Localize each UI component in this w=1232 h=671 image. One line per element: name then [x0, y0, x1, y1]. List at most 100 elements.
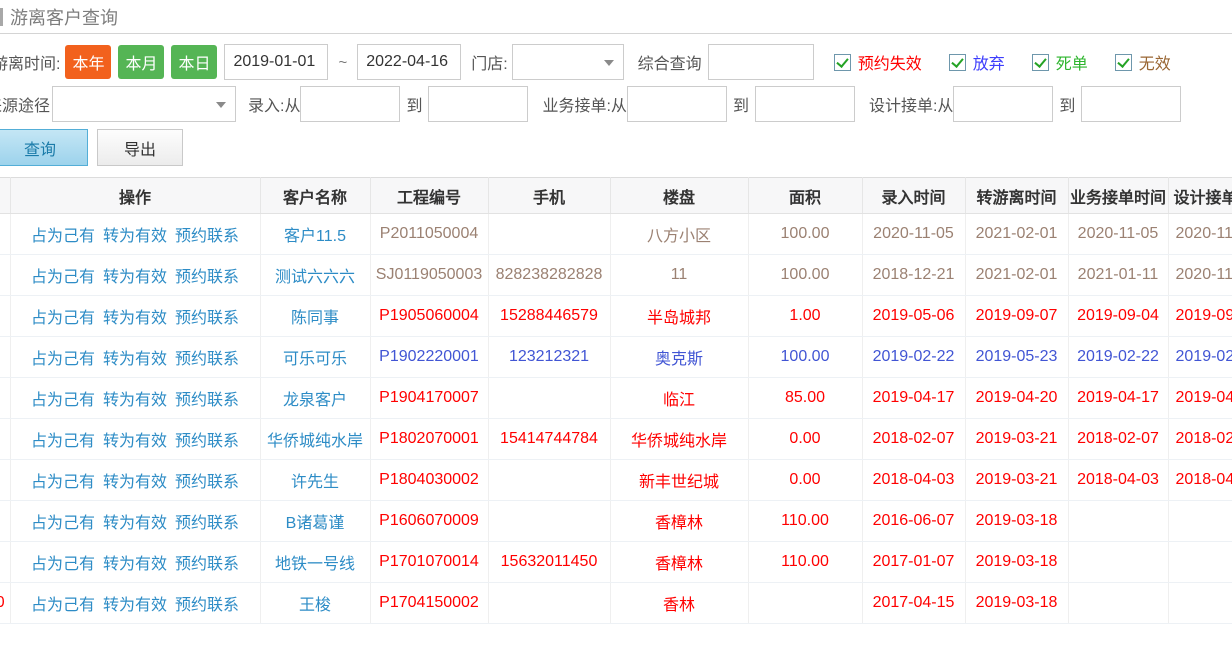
area-cell: 110.00	[748, 542, 862, 583]
action-link[interactable]: 占为己有	[31, 269, 95, 286]
action-link[interactable]: 预约联系	[175, 474, 239, 491]
area-cell: 100.00	[748, 255, 862, 296]
action-link[interactable]: 占为己有	[31, 474, 95, 491]
action-link[interactable]: 转为有效	[103, 515, 167, 532]
checkbox-abandoned[interactable]: 放弃	[949, 50, 1005, 74]
clipped-left-cell	[0, 296, 10, 337]
action-link[interactable]: 转为有效	[103, 556, 167, 573]
customer-name-link[interactable]: 测试六六六	[275, 269, 355, 286]
entry-time-cell: 2019-02-22	[862, 337, 965, 378]
action-link[interactable]: 预约联系	[175, 597, 239, 614]
action-link[interactable]: 占为己有	[31, 556, 95, 573]
action-link[interactable]: 转为有效	[103, 269, 167, 286]
action-link[interactable]: 转为有效	[103, 597, 167, 614]
action-link[interactable]: 占为己有	[31, 433, 95, 450]
store-select[interactable]	[512, 44, 624, 80]
entry-to-input[interactable]	[428, 86, 528, 122]
design-order-time-cell: 2020-11	[1168, 214, 1232, 255]
action-links-cell: 占为己有转为有效预约联系	[10, 255, 260, 296]
query-button[interactable]: 查询	[0, 129, 88, 166]
date-from-input[interactable]	[224, 44, 328, 80]
quick-date-buttons: 本年本月本日	[65, 45, 224, 79]
customer-name-link[interactable]: 客户11.5	[284, 228, 346, 245]
combined-query-input[interactable]	[708, 44, 814, 80]
design-order-time-cell: 2018-04	[1168, 460, 1232, 501]
store-label: 门店:	[471, 50, 507, 74]
action-link[interactable]: 占为己有	[31, 597, 95, 614]
action-link[interactable]: 预约联系	[175, 310, 239, 327]
export-button[interactable]: 导出	[97, 129, 183, 166]
customer-name-link[interactable]: B诸葛谨	[286, 515, 345, 532]
action-link[interactable]: 预约联系	[175, 556, 239, 573]
action-link[interactable]: 预约联系	[175, 269, 239, 286]
action-link[interactable]: 占为己有	[31, 392, 95, 409]
design-order-from-input[interactable]	[953, 86, 1053, 122]
checkbox-checked-icon[interactable]	[1032, 54, 1049, 71]
customer-name-link[interactable]: 陈同事	[291, 310, 339, 327]
customer-name-cell: 可乐可乐	[260, 337, 370, 378]
checkbox-invalid[interactable]: 无效	[1115, 50, 1171, 74]
area-cell: 100.00	[748, 337, 862, 378]
source-select[interactable]	[52, 86, 236, 122]
quick-btn-today[interactable]: 本日	[171, 45, 217, 79]
date-to-input[interactable]	[357, 44, 461, 80]
customer-name-link[interactable]: 王梭	[299, 597, 331, 614]
action-link[interactable]: 占为己有	[31, 310, 95, 327]
action-link[interactable]: 预约联系	[175, 433, 239, 450]
checkbox-label: 预约失效	[858, 50, 922, 74]
action-link[interactable]: 预约联系	[175, 228, 239, 245]
area-cell	[748, 583, 862, 624]
action-link[interactable]: 转为有效	[103, 392, 167, 409]
customer-name-link[interactable]: 可乐可乐	[283, 351, 347, 368]
action-link[interactable]: 占为己有	[31, 351, 95, 368]
action-link[interactable]: 预约联系	[175, 392, 239, 409]
entry-from-input[interactable]	[300, 86, 400, 122]
customer-name-link[interactable]: 华侨城纯水岸	[267, 433, 363, 450]
biz-order-to-input[interactable]	[755, 86, 855, 122]
action-links-cell: 占为己有转为有效预约联系	[10, 296, 260, 337]
action-links-cell: 占为己有转为有效预约联系	[10, 501, 260, 542]
checkbox-checked-icon[interactable]	[1115, 54, 1132, 71]
checkbox-checked-icon[interactable]	[949, 54, 966, 71]
action-link[interactable]: 转为有效	[103, 351, 167, 368]
action-link[interactable]: 预约联系	[175, 515, 239, 532]
floating-time-cell: 2019-03-18	[965, 542, 1068, 583]
customer-name-link[interactable]: 许先生	[291, 474, 339, 491]
design-order-to-label: 到	[1059, 92, 1075, 116]
entry-time-cell: 2018-04-03	[862, 460, 965, 501]
project-no-cell: SJ0119050003	[370, 255, 488, 296]
clipped-left-cell	[0, 378, 10, 419]
action-link[interactable]: 转为有效	[103, 228, 167, 245]
area-cell: 0.00	[748, 460, 862, 501]
customer-name-cell: 龙泉客户	[260, 378, 370, 419]
action-link[interactable]: 占为己有	[31, 228, 95, 245]
checkbox-reservation-expired[interactable]: 预约失效	[834, 50, 922, 74]
checkbox-label: 死单	[1056, 50, 1088, 74]
column-header: 面积	[748, 178, 862, 214]
quick-btn-this-month[interactable]: 本月	[118, 45, 164, 79]
table-header-row: 操作客户名称工程编号手机楼盘面积录入时间转游离时间业务接单时间设计接单时间	[0, 178, 1232, 214]
phone-cell	[488, 460, 610, 501]
filter-row-secondary: 来源途径 录入:从 到 业务接单:从 到 设计接单:从 到	[0, 86, 1232, 122]
action-link[interactable]: 转为有效	[103, 474, 167, 491]
checkbox-dead-order[interactable]: 死单	[1032, 50, 1088, 74]
action-link[interactable]: 占为己有	[31, 515, 95, 532]
design-order-to-input[interactable]	[1081, 86, 1181, 122]
checkbox-checked-icon[interactable]	[834, 54, 851, 71]
action-link[interactable]: 转为有效	[103, 310, 167, 327]
quick-btn-this-year[interactable]: 本年	[65, 45, 111, 79]
phone-cell: 15632011450	[488, 542, 610, 583]
action-link[interactable]: 转为有效	[103, 433, 167, 450]
action-link[interactable]: 预约联系	[175, 351, 239, 368]
customer-name-link[interactable]: 地铁一号线	[275, 556, 355, 573]
clipped-left-cell	[0, 214, 10, 255]
biz-order-from-input[interactable]	[627, 86, 727, 122]
area-cell: 0.00	[748, 419, 862, 460]
project-no-cell: P1904170007	[370, 378, 488, 419]
project-no-cell: P1606070009	[370, 501, 488, 542]
clipped-text-fragment: 0	[0, 594, 5, 612]
clipped-left-cell: 0	[0, 583, 10, 624]
customer-name-cell: 许先生	[260, 460, 370, 501]
design-order-time-cell	[1168, 583, 1232, 624]
customer-name-link[interactable]: 龙泉客户	[283, 392, 347, 409]
